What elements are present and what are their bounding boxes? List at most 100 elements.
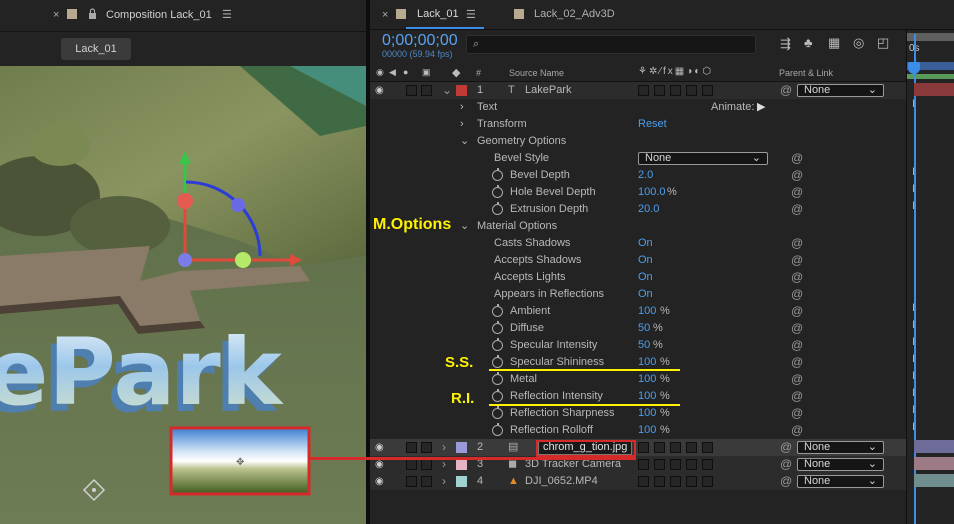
- specular-intensity-value[interactable]: 50: [638, 337, 650, 354]
- stopwatch-icon[interactable]: [492, 338, 503, 351]
- accepts-lights-row[interactable]: Accepts Lights On @: [370, 269, 906, 286]
- shy-layers-icon[interactable]: ♣: [804, 35, 813, 50]
- solo-switch-icon[interactable]: ●: [403, 67, 408, 77]
- pickwhip-icon[interactable]: @: [780, 456, 792, 473]
- accepts-shadows-value[interactable]: On: [638, 252, 653, 269]
- parent-dropdown[interactable]: None ⌄: [797, 84, 884, 97]
- pickwhip-icon[interactable]: @: [791, 354, 803, 371]
- audio-switch-icon[interactable]: ◀: [389, 67, 396, 78]
- bevel-depth-row[interactable]: Bevel Depth 2.0 @: [370, 167, 906, 184]
- comp-mini-flowchart-icon[interactable]: ⇶: [780, 36, 791, 52]
- solo-toggle[interactable]: [406, 85, 417, 96]
- expand-chevron-icon[interactable]: ⌄: [460, 218, 469, 235]
- diffuse-value[interactable]: 50: [638, 320, 650, 337]
- switch-d[interactable]: [686, 459, 697, 470]
- layer-1-duration-bar[interactable]: [914, 83, 954, 96]
- lock-toggle[interactable]: [421, 459, 432, 470]
- stopwatch-icon[interactable]: [492, 185, 503, 198]
- solo-toggle[interactable]: [406, 442, 417, 453]
- video-toggle[interactable]: ◉: [375, 82, 386, 96]
- lock-toggle[interactable]: [421, 85, 432, 96]
- keyframe-ibeam[interactable]: I: [912, 166, 915, 178]
- source-name-header[interactable]: Source Name: [509, 68, 564, 78]
- pickwhip-icon[interactable]: @: [791, 286, 803, 303]
- graph-editor-icon[interactable]: ◰: [877, 35, 889, 51]
- layer-name[interactable]: DJI_0652.MP4: [525, 473, 598, 490]
- pickwhip-icon[interactable]: @: [780, 439, 792, 456]
- switch-c[interactable]: [670, 476, 681, 487]
- appears-in-reflections-value[interactable]: On: [638, 286, 653, 303]
- pickwhip-icon[interactable]: @: [791, 371, 803, 388]
- lock-toggle[interactable]: [421, 442, 432, 453]
- composition-viewer[interactable]: ePark ePark ✥: [0, 66, 366, 524]
- switch-d[interactable]: [686, 442, 697, 453]
- lock-icon[interactable]: [88, 8, 97, 22]
- switch-e[interactable]: [702, 459, 713, 470]
- close-panel-button[interactable]: ×: [53, 9, 59, 21]
- switch-e[interactable]: [702, 442, 713, 453]
- close-tab-button[interactable]: ×: [382, 9, 388, 21]
- layer-row-4[interactable]: ◉ › 4 ▲ DJI_0652.MP4 @ None ⌄: [370, 473, 906, 490]
- switch-e[interactable]: [702, 85, 713, 96]
- composition-tab[interactable]: Lack_01: [61, 38, 131, 60]
- reflection-sharpness-value[interactable]: 100: [638, 405, 656, 422]
- layer-search-input[interactable]: ⌕: [466, 35, 756, 54]
- stopwatch-icon[interactable]: [492, 321, 503, 334]
- extrusion-depth-value[interactable]: 20.0: [638, 201, 659, 218]
- layer-row-2[interactable]: ◉ › 2 ▤ chrom_g_tion.jpg @ None ⌄: [370, 439, 906, 456]
- lock-column-icon[interactable]: ▣: [422, 67, 431, 78]
- stopwatch-icon[interactable]: [492, 304, 503, 317]
- casts-shadows-value[interactable]: On: [638, 235, 653, 252]
- layer-switches-icons[interactable]: ⚘✲⁄fx▦◑◐⬡: [638, 66, 713, 77]
- reflection-intensity-value[interactable]: 100: [638, 388, 656, 405]
- keyframe-ibeam[interactable]: I: [912, 353, 915, 365]
- stopwatch-icon[interactable]: [492, 355, 503, 368]
- parent-dropdown[interactable]: None ⌄: [797, 458, 884, 471]
- switch-a[interactable]: [638, 476, 649, 487]
- label-column-icon[interactable]: ◆: [452, 66, 460, 79]
- diffuse-row[interactable]: Diffuse 50% @: [370, 320, 906, 337]
- bevel-depth-value[interactable]: 2.0: [638, 167, 653, 184]
- switch-c[interactable]: [670, 85, 681, 96]
- lock-toggle[interactable]: [421, 476, 432, 487]
- switch-b[interactable]: [654, 442, 665, 453]
- geometry-options-row[interactable]: ⌄ Geometry Options: [370, 133, 906, 150]
- layer-label-color[interactable]: [456, 85, 467, 96]
- switch-b[interactable]: [654, 85, 665, 96]
- layer-label-color[interactable]: [456, 459, 467, 470]
- stopwatch-icon[interactable]: [492, 168, 503, 181]
- appears-in-reflections-row[interactable]: Appears in Reflections On @: [370, 286, 906, 303]
- switch-b[interactable]: [654, 476, 665, 487]
- hole-bevel-depth-row[interactable]: Hole Bevel Depth 100.0% @: [370, 184, 906, 201]
- switch-b[interactable]: [654, 459, 665, 470]
- switch-a[interactable]: [638, 459, 649, 470]
- accepts-lights-value[interactable]: On: [638, 269, 653, 286]
- metal-value[interactable]: 100: [638, 371, 656, 388]
- metal-row[interactable]: Metal 100% @: [370, 371, 906, 388]
- keyframe-ibeam[interactable]: I: [912, 183, 915, 195]
- pickwhip-icon[interactable]: @: [791, 252, 803, 269]
- pickwhip-icon[interactable]: @: [791, 388, 803, 405]
- pickwhip-icon[interactable]: @: [791, 167, 803, 184]
- switch-c[interactable]: [670, 459, 681, 470]
- pickwhip-icon[interactable]: @: [791, 184, 803, 201]
- pickwhip-icon[interactable]: @: [791, 235, 803, 252]
- bevel-style-row[interactable]: Bevel Style @ None ⌄: [370, 150, 906, 167]
- reflection-rolloff-value[interactable]: 100: [638, 422, 656, 439]
- stopwatch-icon[interactable]: [492, 372, 503, 385]
- switch-d[interactable]: [686, 85, 697, 96]
- frame-blending-icon[interactable]: ▦: [828, 35, 840, 51]
- hole-bevel-depth-value[interactable]: 100.0: [638, 184, 666, 201]
- keyframe-ibeam[interactable]: I: [912, 336, 915, 348]
- expand-chevron-icon[interactable]: ›: [442, 439, 446, 456]
- animate-menu-icon[interactable]: ▶: [757, 99, 765, 116]
- layer-name[interactable]: LakePark: [525, 82, 571, 99]
- stopwatch-icon[interactable]: [492, 389, 503, 402]
- expand-chevron-icon[interactable]: ›: [460, 99, 464, 116]
- parent-dropdown[interactable]: None ⌄: [797, 475, 884, 488]
- keyframe-ibeam[interactable]: I: [912, 319, 915, 331]
- stopwatch-icon[interactable]: [492, 406, 503, 419]
- expand-chevron-icon[interactable]: ⌄: [460, 133, 469, 150]
- text-row[interactable]: › Text Animate: ▶: [370, 99, 906, 116]
- switch-e[interactable]: [702, 476, 713, 487]
